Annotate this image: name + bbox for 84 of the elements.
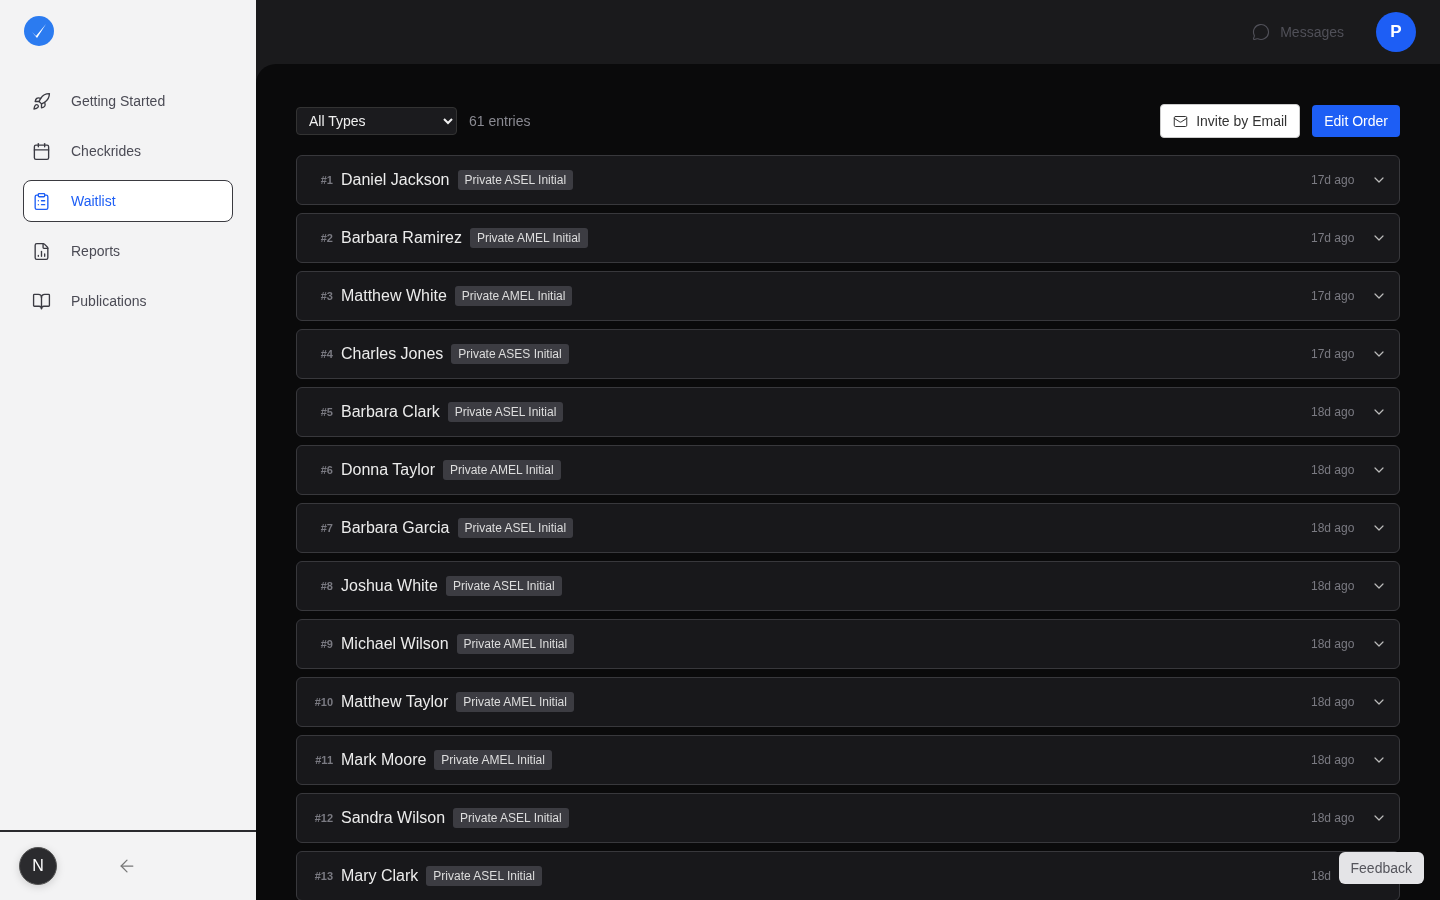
- row-number: #6: [319, 464, 333, 476]
- waitlist-row[interactable]: #10 Matthew Taylor Private AMEL Initial 18d ago: [296, 677, 1400, 727]
- checkride-tag: Private ASEL Initial: [453, 808, 569, 828]
- clipboard-icon: [32, 191, 51, 211]
- waitlist-row[interactable]: #12 Sandra Wilson Private ASEL Initial 18d ago: [296, 793, 1400, 843]
- dev-badge[interactable]: N: [19, 847, 57, 885]
- waitlist-row[interactable]: #9 Michael Wilson Private AMEL Initial 18d ago: [296, 619, 1400, 669]
- checkride-tag: Private ASES Initial: [451, 344, 569, 364]
- row-time: 17d ago: [1311, 173, 1355, 187]
- waitlist-row[interactable]: #2 Barbara Ramirez Private AMEL Initial 17d ago: [296, 213, 1400, 263]
- chat-bubble-icon: [1252, 23, 1271, 41]
- row-time: 18d ago: [1311, 753, 1355, 767]
- sidebar-item[interactable]: Getting Started: [23, 80, 233, 122]
- waitlist-row[interactable]: #4 Charles Jones Private ASES Initial 17d ago: [296, 329, 1400, 379]
- checkride-tag: Private ASEL Initial: [445, 576, 562, 596]
- waitlist-row[interactable]: #6 Donna Taylor Private AMEL Initial 18d ago: [296, 445, 1400, 495]
- row-number: #4: [319, 348, 333, 360]
- student-name: Barbara Ramirez: [341, 229, 462, 247]
- checkride-tag: Private AMEL Initial: [443, 460, 561, 480]
- feedback-button[interactable]: Feedback: [1338, 852, 1424, 884]
- waitlist-row[interactable]: #1 Daniel Jackson Private ASEL Initial 17d ago: [296, 155, 1400, 205]
- sidebar-item[interactable]: Reports: [23, 230, 233, 272]
- row-time: 17d ago: [1311, 289, 1355, 303]
- student-name: Matthew White: [341, 287, 447, 305]
- logo-icon: [24, 16, 54, 46]
- student-name: Charles Jones: [341, 345, 444, 363]
- student-name: Barbara Garcia: [341, 519, 450, 537]
- waitlist-row[interactable]: #3 Matthew White Private AMEL Initial 17d ago: [296, 271, 1400, 321]
- row-time: 18d: [1311, 869, 1333, 883]
- sidebar-item[interactable]: Waitlist: [23, 180, 233, 222]
- row-time: 18d ago: [1311, 579, 1355, 593]
- row-number: #7: [319, 522, 333, 534]
- student-name: Donna Taylor: [341, 461, 435, 479]
- row-time: 18d ago: [1311, 695, 1355, 709]
- student-name: Barbara Clark: [341, 403, 440, 421]
- waitlist-row[interactable]: #7 Barbara Garcia Private ASEL Initial 18d ago: [296, 503, 1400, 553]
- row-number: #9: [319, 638, 333, 650]
- type-filter[interactable]: All Types: [296, 107, 457, 135]
- chart-document-icon: [32, 241, 51, 261]
- invite-button[interactable]: Invite by Email: [1160, 104, 1301, 138]
- row-number: #10: [313, 696, 333, 708]
- checkride-tag: Private ASEL Initial: [457, 170, 574, 190]
- student-name: Mary Clark: [341, 867, 419, 885]
- row-number: #1: [319, 174, 333, 186]
- edit-order-button[interactable]: Edit Order: [1312, 105, 1400, 137]
- row-time: 18d ago: [1311, 637, 1355, 651]
- checkride-tag: Private AMEL Initial: [456, 634, 575, 654]
- waitlist-row[interactable]: #8 Joshua White Private ASEL Initial 18d ago: [296, 561, 1400, 611]
- checkride-tag: Private AMEL Initial: [454, 286, 573, 306]
- checkride-tag: Private AMEL Initial: [434, 750, 552, 770]
- student-name: Sandra Wilson: [341, 809, 446, 827]
- student-name: Matthew Taylor: [341, 693, 449, 711]
- row-number: #2: [319, 232, 333, 244]
- sidebar-item[interactable]: Checkrides: [23, 130, 233, 172]
- student-name: Daniel Jackson: [341, 171, 450, 189]
- student-name: Mark Moore: [341, 751, 427, 769]
- row-number: #13: [313, 870, 333, 882]
- waitlist-row[interactable]: #5 Barbara Clark Private ASEL Initial 18d ago: [296, 387, 1400, 437]
- row-number: #8: [319, 580, 333, 592]
- user-avatar[interactable]: P: [1376, 12, 1416, 52]
- student-name: Michael Wilson: [341, 635, 449, 653]
- row-number: #5: [319, 406, 333, 418]
- row-time: 18d ago: [1311, 405, 1355, 419]
- row-time: 17d ago: [1311, 347, 1355, 361]
- checkride-tag: Private AMEL Initial: [456, 692, 574, 712]
- row-number: #11: [314, 754, 333, 766]
- row-time: 18d ago: [1311, 463, 1355, 477]
- row-time: 18d ago: [1311, 521, 1355, 535]
- checkride-tag: Private ASEL Initial: [447, 402, 564, 422]
- row-time: 17d ago: [1311, 231, 1355, 245]
- row-number: #3: [319, 290, 333, 302]
- checkride-tag: Private ASEL Initial: [457, 518, 574, 538]
- waitlist-row[interactable]: #11 Mark Moore Private AMEL Initial 18d ago: [296, 735, 1400, 785]
- rocket-icon: [32, 91, 51, 111]
- checkride-tag: Private ASEL Initial: [426, 866, 542, 886]
- entry-count: 61 entries: [469, 113, 532, 129]
- row-number: #12: [313, 812, 333, 824]
- checkride-tag: Private AMEL Initial: [469, 228, 588, 248]
- sidebar-item[interactable]: Publications: [23, 280, 233, 322]
- mail-icon: [1173, 113, 1189, 129]
- calendar-icon: [32, 141, 51, 161]
- student-name: Joshua White: [341, 577, 438, 595]
- book-icon: [32, 291, 51, 311]
- row-time: 18d ago: [1311, 811, 1355, 825]
